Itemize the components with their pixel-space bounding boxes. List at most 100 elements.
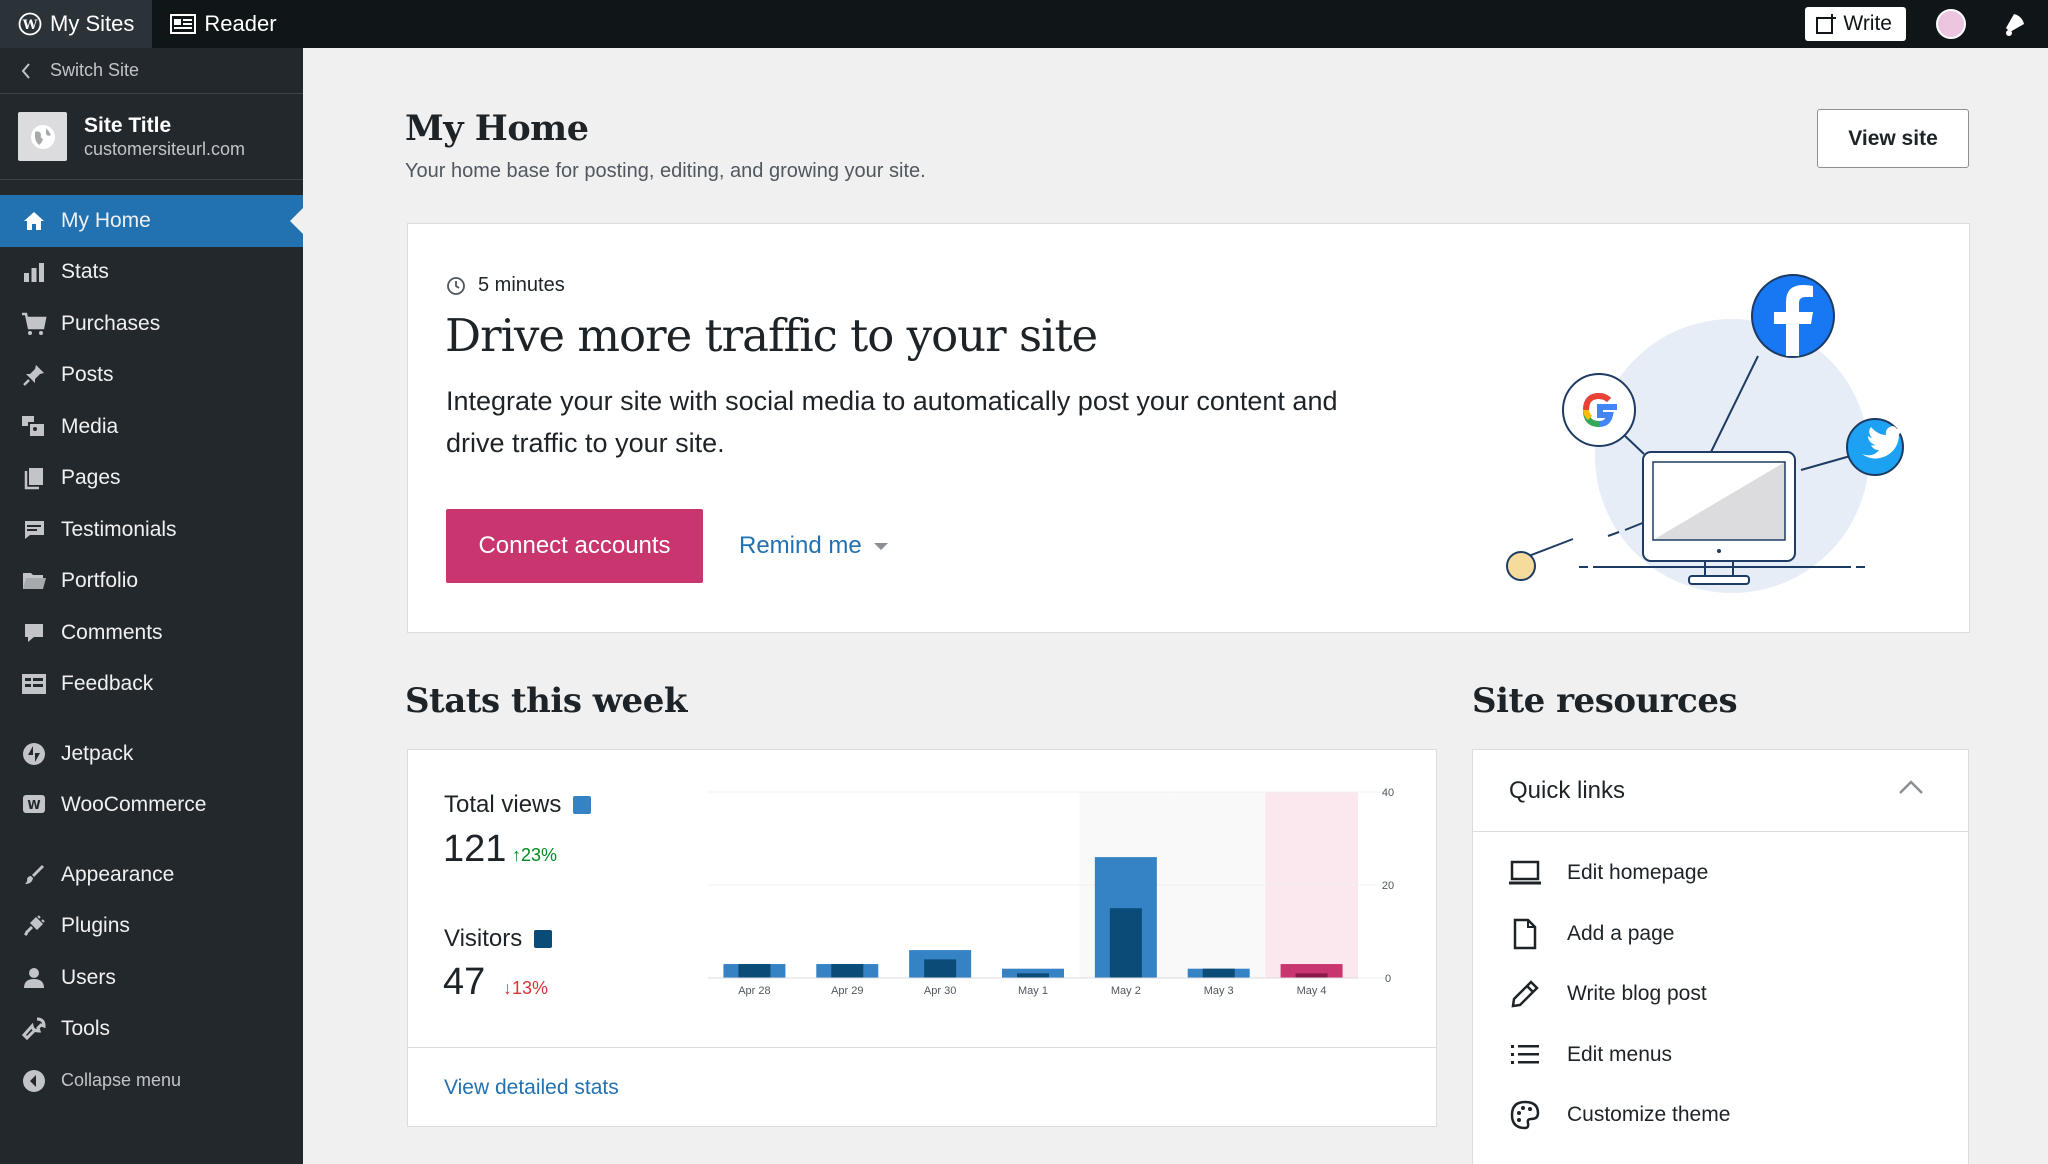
- testimonials-icon: [20, 516, 47, 543]
- sidebar-item-stats[interactable]: Stats: [0, 247, 303, 299]
- quick-link-label: Add a page: [1567, 921, 1675, 945]
- task-duration-label: 5 minutes: [478, 274, 565, 296]
- chart-x-tick: Apr 29: [831, 985, 863, 997]
- reader-label: Reader: [204, 11, 277, 36]
- sidebar-item-tools[interactable]: Tools: [0, 1004, 303, 1056]
- sidebar-item-jetpack[interactable]: Jetpack: [0, 728, 303, 780]
- task-title: Drive more traffic to your site: [445, 309, 1098, 362]
- view-detailed-stats-link[interactable]: View detailed stats: [444, 1076, 619, 1100]
- site-url: customersiteurl.com: [84, 138, 246, 159]
- site-card[interactable]: Site Title customersiteurl.com: [0, 94, 303, 180]
- pages-icon: [20, 465, 47, 492]
- arrow-up-icon: ↑: [512, 845, 521, 865]
- chart-bar-visitors: [1109, 908, 1142, 978]
- quick-link-label: Edit menus: [1567, 1042, 1673, 1066]
- sidebar-item-posts[interactable]: Posts: [0, 350, 303, 402]
- view-site-button[interactable]: View site: [1817, 109, 1969, 168]
- sidebar-item-label: Media: [61, 414, 119, 438]
- sidebar-item-my-home[interactable]: My Home: [0, 195, 303, 247]
- sidebar-item-comments[interactable]: Comments: [0, 607, 303, 659]
- globe-icon: [30, 124, 55, 149]
- sidebar-item-label: Users: [61, 965, 116, 989]
- laptop-icon: [1508, 856, 1542, 890]
- sidebar-item-label: Comments: [61, 620, 163, 644]
- pencil-icon: [1508, 977, 1542, 1011]
- chart-bar-visitors: [1295, 973, 1328, 978]
- sidebar-item-testimonials[interactable]: Testimonials: [0, 504, 303, 556]
- feedback-icon: [20, 671, 47, 698]
- sidebar-item-appearance[interactable]: Appearance: [0, 849, 303, 901]
- quick-link-edit-menus[interactable]: Edit menus: [1473, 1025, 1968, 1086]
- social-media-illustration: [1493, 274, 1943, 624]
- chart-y-tick: 20: [1382, 880, 1394, 892]
- list-icon: [1508, 1038, 1542, 1072]
- switch-site-button[interactable]: Switch Site: [0, 48, 303, 94]
- sidebar-item-portfolio[interactable]: Portfolio: [0, 556, 303, 608]
- sidebar-item-pages[interactable]: Pages: [0, 453, 303, 505]
- pin-icon: [20, 362, 47, 389]
- woocommerce-icon: W: [20, 792, 47, 819]
- notifications-bell-icon[interactable]: [2000, 10, 2028, 38]
- page-subtitle: Your home base for posting, editing, and…: [405, 160, 926, 182]
- remind-me-button[interactable]: Remind me: [739, 509, 888, 583]
- sidebar-item-label: WooCommerce: [61, 793, 207, 817]
- svg-text:W: W: [27, 798, 40, 812]
- chart-y-tick: 0: [1385, 973, 1391, 985]
- chart-x-tick: Apr 28: [738, 985, 770, 997]
- chart-bar-visitors: [1017, 973, 1049, 978]
- sidebar-item-label: Feedback: [61, 672, 154, 696]
- portfolio-icon: [20, 568, 47, 595]
- avatar[interactable]: [1936, 9, 1966, 39]
- chevron-up-icon[interactable]: [1898, 778, 1924, 796]
- connect-accounts-button[interactable]: Connect accounts: [446, 509, 703, 583]
- stats-heading: Stats this week: [405, 681, 687, 721]
- visitors-delta: ↓13%: [503, 978, 548, 999]
- task-duration: 5 minutes: [446, 274, 565, 297]
- site-icon: [18, 112, 67, 161]
- sidebar-item-label: Portfolio: [61, 569, 139, 593]
- sidebar-item-feedback[interactable]: Feedback: [0, 659, 303, 711]
- stats-card: Total views 121 ↑23% Visitors 47 ↓13% 0 2…: [407, 749, 1437, 1127]
- collapse-menu-button[interactable]: Collapse menu: [0, 1055, 303, 1107]
- total-views-value: 121: [443, 828, 507, 870]
- chart-y-tick: 40: [1382, 787, 1394, 799]
- chart-x-tick: May 1: [1018, 985, 1048, 997]
- chart-x-tick: May 4: [1297, 985, 1327, 997]
- page-icon: [1508, 917, 1542, 951]
- sidebar-item-woocommerce[interactable]: W WooCommerce: [0, 780, 303, 832]
- visitors-value: 47: [443, 961, 486, 1003]
- quick-link-edit-homepage[interactable]: Edit homepage: [1473, 843, 1968, 904]
- sidebar-item-label: Plugins: [61, 914, 130, 938]
- sidebar-item-plugins[interactable]: Plugins: [0, 901, 303, 953]
- quick-link-add-page[interactable]: Add a page: [1473, 904, 1968, 965]
- appearance-icon: [20, 861, 47, 888]
- write-icon: [1816, 14, 1837, 34]
- sidebar-item-label: Tools: [61, 1017, 111, 1041]
- quick-link-label: Edit homepage: [1567, 861, 1709, 885]
- sidebar-item-media[interactable]: Media: [0, 401, 303, 453]
- quick-links-header[interactable]: Quick links: [1473, 750, 1968, 832]
- chart-bar-visitors: [831, 964, 864, 978]
- sidebar-item-users[interactable]: Users: [0, 952, 303, 1004]
- sidebar-item-label: My Home: [61, 208, 151, 232]
- quick-link-customize-theme[interactable]: Customize theme: [1473, 1085, 1968, 1146]
- svg-text:W: W: [22, 18, 38, 33]
- chevron-left-icon: [21, 62, 30, 79]
- sidebar-item-purchases[interactable]: Purchases: [0, 298, 303, 350]
- tools-icon: [20, 1016, 47, 1043]
- palette-icon: [1508, 1098, 1542, 1132]
- write-button[interactable]: Write: [1805, 7, 1906, 41]
- caret-down-icon: [873, 542, 888, 550]
- sidebar-item-label: Purchases: [61, 311, 161, 335]
- quick-link-write-post[interactable]: Write blog post: [1473, 964, 1968, 1025]
- stats-chart[interactable]: 0 20 40 Apr 28 Apr 29 Apr 30 May 1 May 2 May 3 Ma…: [698, 778, 1418, 1028]
- clock-icon: [447, 276, 465, 295]
- stats-icon: [20, 259, 47, 286]
- sidebar-item-label: Stats: [61, 260, 109, 284]
- reader-button[interactable]: Reader: [152, 0, 294, 48]
- my-sites-button[interactable]: W My Sites: [0, 0, 153, 48]
- home-icon: [20, 207, 47, 234]
- collapse-menu-label: Collapse menu: [61, 1070, 182, 1091]
- jetpack-icon: [20, 740, 47, 767]
- task-description: Integrate your site with social media to…: [446, 386, 1338, 458]
